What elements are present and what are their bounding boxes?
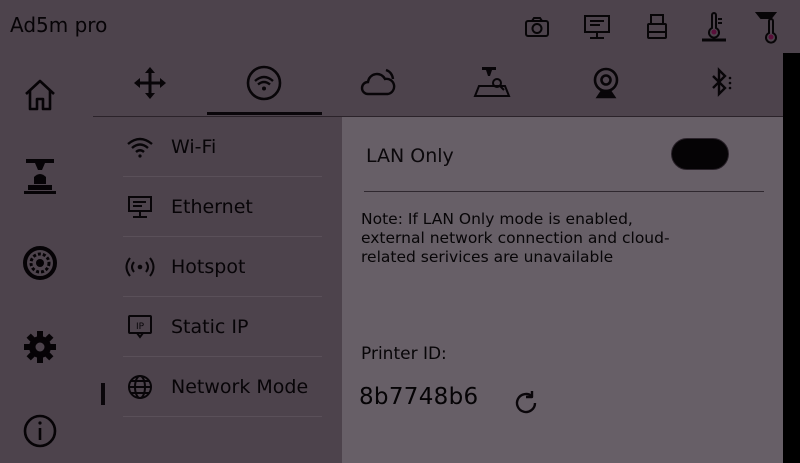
wifi-icon — [245, 64, 283, 106]
settings-panel: Wi-Fi Ethernet Hotspot IP Static IP Netw… — [83, 53, 783, 463]
lan-only-label: LAN Only — [366, 145, 454, 167]
nozzle-temperature-icon[interactable] — [697, 10, 731, 44]
screen-edge — [783, 53, 800, 463]
camera-icon[interactable] — [520, 10, 554, 44]
main-nav — [0, 53, 83, 463]
print-job-icon[interactable] — [18, 155, 62, 199]
svg-text:IP: IP — [136, 322, 145, 332]
home-icon[interactable] — [18, 73, 62, 117]
printer-id-label: Printer ID: — [361, 344, 447, 364]
info-icon[interactable] — [18, 409, 62, 453]
webcam-icon — [589, 66, 623, 104]
active-menu-indicator — [101, 383, 105, 405]
tab-calibration[interactable] — [435, 59, 549, 111]
menu-item-label: Hotspot — [171, 255, 246, 278]
lan-only-toggle[interactable] — [671, 138, 729, 170]
cloud-icon — [359, 66, 397, 104]
lan-only-note: Note: If LAN Only mode is enabled, exter… — [361, 210, 670, 266]
filament-spool-icon[interactable] — [18, 241, 62, 285]
settings-tabs — [83, 53, 783, 115]
refresh-icon[interactable] — [509, 386, 543, 420]
bluetooth-icon — [703, 66, 737, 104]
usb-drive-icon[interactable] — [640, 10, 674, 44]
menu-item-label: Network Mode — [171, 375, 309, 398]
bed-temperature-icon[interactable] — [752, 10, 786, 44]
globe-icon — [125, 372, 155, 402]
wifi-icon — [125, 132, 155, 162]
menu-item-label: Ethernet — [171, 195, 253, 218]
divider — [364, 191, 764, 192]
ethernet-icon — [125, 192, 155, 222]
move-axes-icon — [133, 66, 167, 104]
gear-icon[interactable] — [18, 325, 62, 369]
printer-id-value: 8b7748b6 — [359, 384, 479, 410]
menu-item-static-ip[interactable]: IP Static IP — [123, 297, 322, 357]
menu-item-label: Wi-Fi — [171, 135, 217, 158]
hotspot-icon — [125, 252, 155, 282]
printer-calibrate-icon — [473, 66, 511, 104]
network-submenu: Wi-Fi Ethernet Hotspot IP Static IP Netw… — [83, 117, 342, 463]
network-mode-panel: LAN Only Note: If LAN Only mode is enabl… — [342, 117, 783, 463]
menu-item-hotspot[interactable]: Hotspot — [123, 237, 322, 297]
active-tab-indicator — [207, 112, 322, 115]
menu-item-wifi[interactable]: Wi-Fi — [123, 117, 322, 177]
tab-move-axes[interactable] — [93, 59, 207, 111]
app-title: Ad5m pro — [10, 13, 108, 37]
menu-item-label: Static IP — [171, 315, 249, 338]
tab-cloud[interactable] — [321, 59, 435, 111]
ip-icon: IP — [125, 312, 155, 342]
monitor-network-icon[interactable] — [580, 10, 614, 44]
tab-network[interactable] — [207, 59, 321, 111]
tab-bluetooth[interactable] — [663, 59, 777, 111]
tab-camera[interactable] — [549, 59, 663, 111]
menu-item-ethernet[interactable]: Ethernet — [123, 177, 322, 237]
menu-item-network-mode[interactable]: Network Mode — [123, 357, 322, 417]
status-bar: Ad5m pro — [0, 0, 800, 53]
